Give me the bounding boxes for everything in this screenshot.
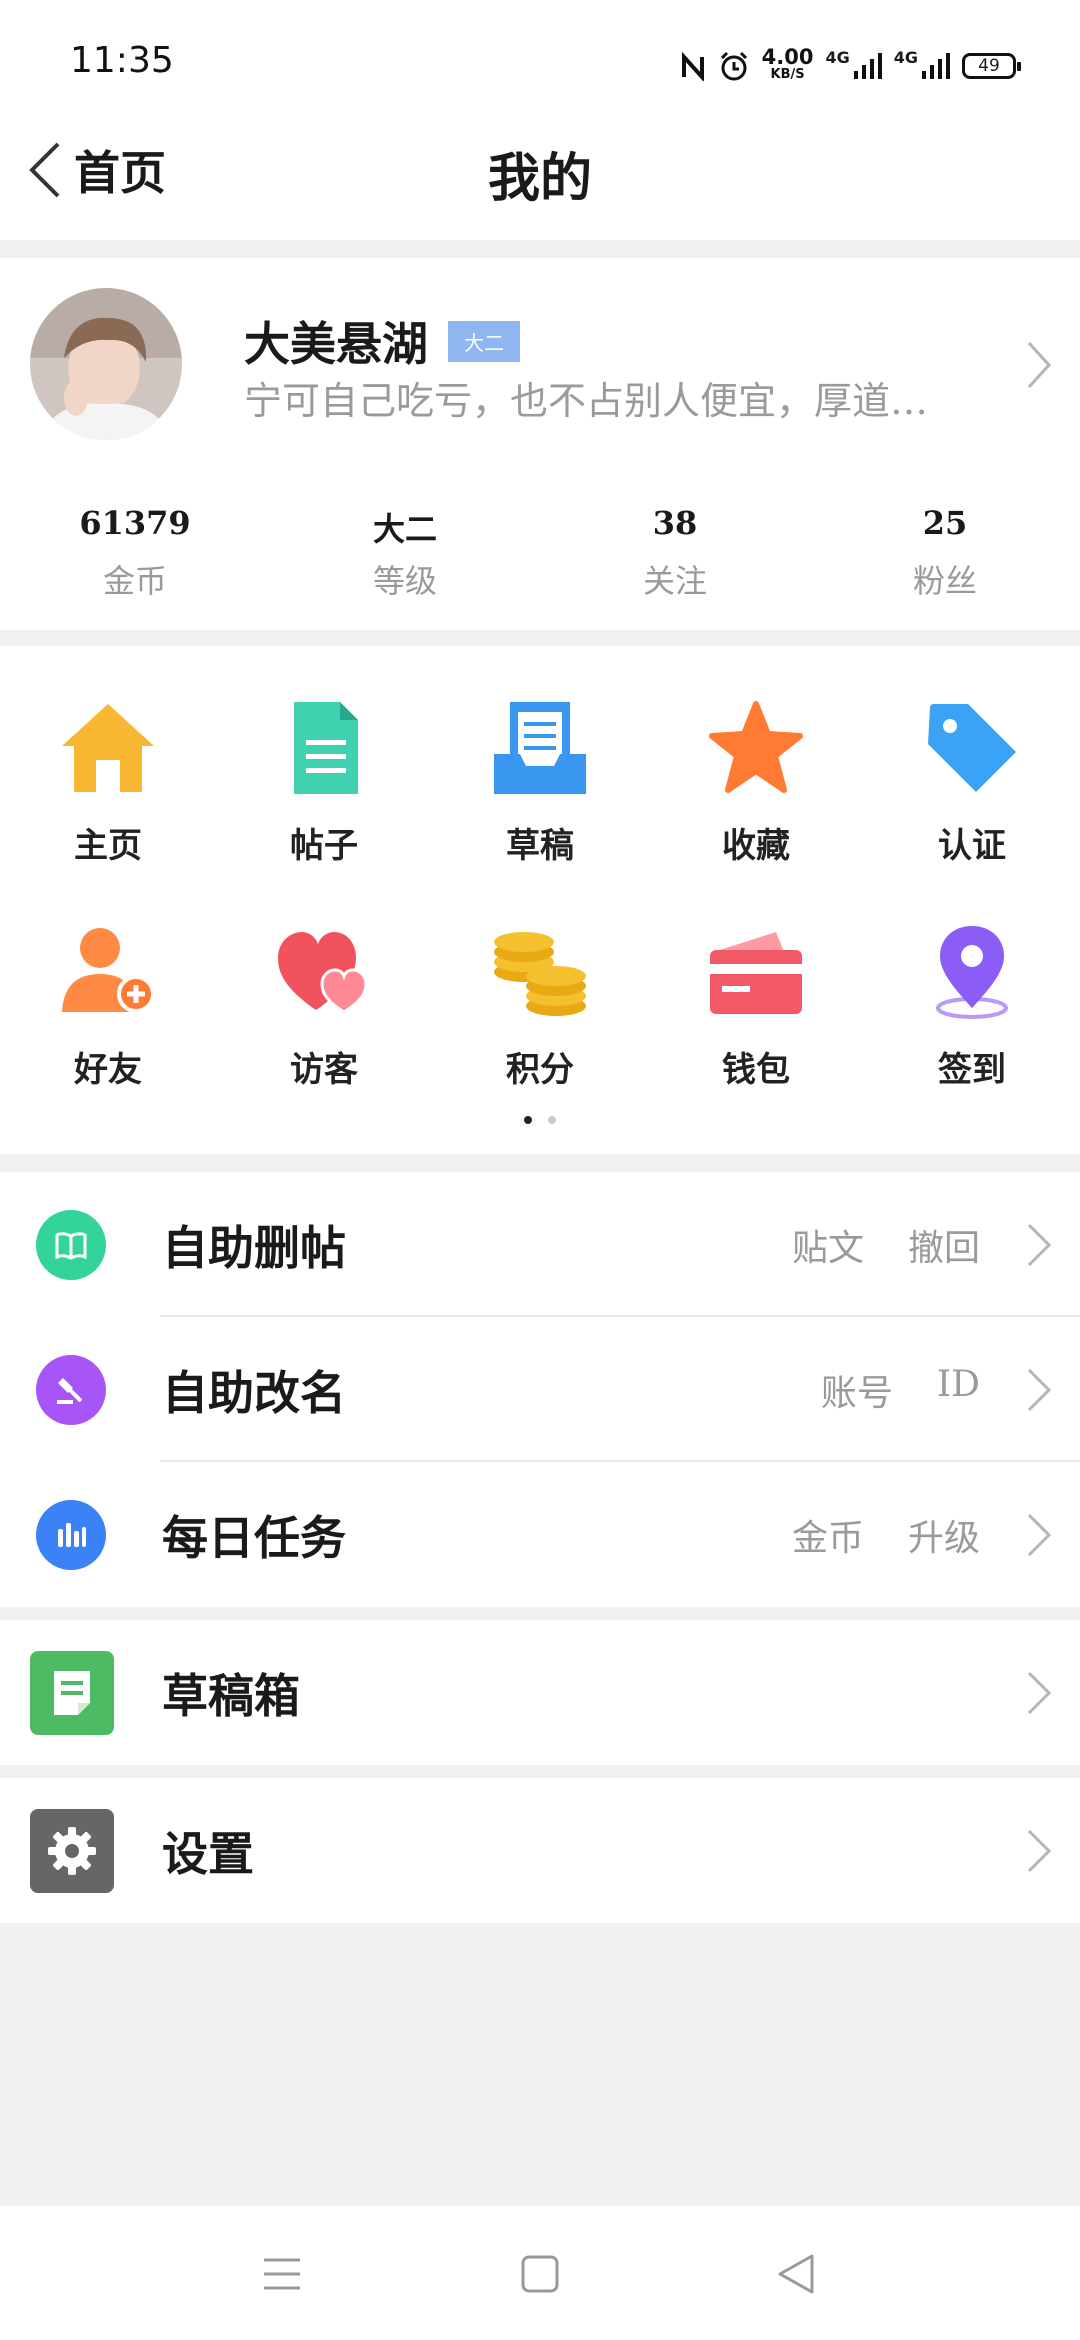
chevron-right-icon [1027, 1368, 1052, 1411]
system-nav-bar [0, 2206, 1080, 2340]
menu-item-draft-box[interactable]: 草稿箱 [0, 1620, 1080, 1765]
draft-tray-icon [494, 702, 586, 794]
network-type-2: 4G [893, 47, 918, 67]
chevron-right-icon [1027, 341, 1052, 389]
star-icon [709, 701, 803, 793]
gear-icon [30, 1808, 114, 1893]
profile-card[interactable]: 大美悬湖 大二 宁可自己吃亏，也不占别人便宜，厚道… 61379 金币 大二 等… [0, 258, 1080, 630]
avatar[interactable] [30, 288, 182, 440]
home-square-icon[interactable] [520, 2254, 560, 2294]
menu-icon[interactable] [262, 2256, 302, 2292]
stat-coins[interactable]: 61379 金币 [0, 504, 270, 602]
menu-item-rename[interactable]: 自助改名 账号 ID [0, 1317, 1080, 1462]
feature-grid: 主页 帖子 草稿 收藏 认证 好友 访客 积分 钱包 签到 [0, 646, 1080, 1154]
menu-tags: 金币 升级 [791, 1517, 980, 1559]
menu-tags: 账号 ID [820, 1363, 980, 1414]
level-badge: 大二 [448, 320, 520, 362]
grid-item-checkin[interactable]: 签到 [864, 922, 1080, 1091]
gavel-icon [36, 1354, 106, 1425]
signal-icon [922, 53, 950, 79]
page-indicator [0, 1116, 1080, 1124]
menu-group-settings: 设置 [0, 1778, 1080, 1923]
grid-item-friends[interactable]: 好友 [0, 922, 216, 1091]
menu-tags: 贴文 撤回 [791, 1227, 980, 1269]
chevron-right-icon [1027, 1829, 1052, 1872]
grid-item-visitors[interactable]: 访客 [216, 922, 432, 1091]
grid-item-posts[interactable]: 帖子 [216, 698, 432, 867]
grid-item-wallet[interactable]: 钱包 [648, 922, 864, 1091]
alarm-icon [720, 51, 747, 81]
menu-item-settings[interactable]: 设置 [0, 1778, 1080, 1923]
bar-chart-icon [36, 1499, 106, 1570]
profile-name: 大美悬湖 [244, 317, 428, 371]
grid-item-drafts[interactable]: 草稿 [432, 698, 648, 867]
nfc-icon [681, 51, 704, 81]
page-title: 我的 [487, 148, 592, 209]
book-icon [36, 1209, 106, 1280]
chevron-right-icon [1027, 1223, 1052, 1266]
chevron-right-icon [1027, 1671, 1052, 1714]
grid-item-favorites[interactable]: 收藏 [648, 698, 864, 867]
status-icons: 4.00 KB/S 4G 4G 49 [680, 45, 1021, 86]
network-speed: 4.00 KB/S [761, 45, 814, 83]
menu-group-drafts: 草稿箱 [0, 1620, 1080, 1765]
coins-icon [494, 932, 586, 1016]
profile-signature: 宁可自己吃亏，也不占别人便宜，厚道… [244, 379, 929, 423]
page-dot[interactable] [548, 1116, 556, 1124]
signal-icon [853, 53, 882, 79]
profile-stats: 61379 金币 大二 等级 38 关注 25 粉丝 [0, 504, 1080, 602]
home-icon [62, 704, 154, 792]
network-type-1: 4G [825, 47, 850, 67]
grid-item-points[interactable]: 积分 [432, 922, 648, 1091]
notepad-icon [30, 1650, 114, 1735]
hearts-icon [278, 932, 368, 1014]
app-header: 首页 我的 [0, 126, 1080, 240]
wallet-icon [710, 932, 802, 1014]
document-icon [294, 702, 358, 794]
stat-following[interactable]: 38 关注 [540, 504, 810, 602]
grid-item-verify[interactable]: 认证 [864, 698, 1080, 867]
stat-followers[interactable]: 25 粉丝 [810, 504, 1080, 602]
back-triangle-icon[interactable] [776, 2252, 816, 2296]
chevron-right-icon [1027, 1513, 1052, 1556]
tag-icon [928, 704, 1016, 792]
status-bar: 11:35 4.00 KB/S 4G 4G 49 [0, 0, 1080, 126]
battery-icon: 49 [962, 53, 1021, 79]
status-time: 11:35 [70, 40, 174, 81]
grid-row-1: 主页 帖子 草稿 收藏 认证 [0, 698, 1080, 867]
menu-item-daily-tasks[interactable]: 每日任务 金币 升级 [0, 1462, 1080, 1607]
profile-name-row: 大美悬湖 大二 [244, 308, 520, 374]
menu-item-delete-post[interactable]: 自助删帖 贴文 撤回 [0, 1172, 1080, 1317]
menu-group-self-service: 自助删帖 贴文 撤回 自助改名 账号 ID 每日任务 金币 升级 [0, 1172, 1080, 1607]
page-dot[interactable] [524, 1116, 532, 1124]
grid-row-2: 好友 访客 积分 钱包 签到 [0, 922, 1080, 1091]
add-friend-icon [62, 928, 155, 1013]
location-pin-icon [936, 926, 1008, 1019]
stat-level[interactable]: 大二 等级 [270, 504, 540, 602]
grid-item-home[interactable]: 主页 [0, 698, 216, 867]
